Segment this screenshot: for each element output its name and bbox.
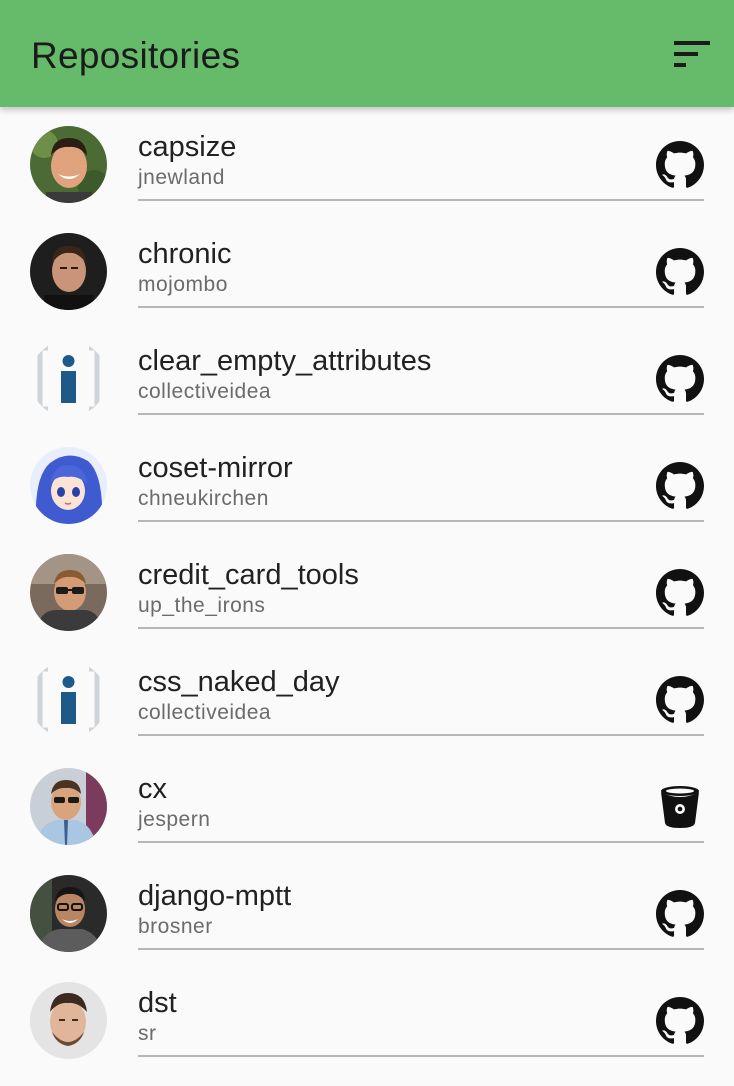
repository-row[interactable]: coset-mirror chneukirchen bbox=[0, 428, 734, 535]
divider bbox=[138, 948, 704, 950]
repository-row[interactable]: clear_empty_attributes collectiveidea bbox=[0, 321, 734, 428]
repository-text: credit_card_tools up_the_irons bbox=[138, 557, 624, 619]
github-icon bbox=[656, 997, 704, 1045]
repository-owner: collectiveidea bbox=[138, 380, 272, 403]
avatar bbox=[30, 661, 107, 738]
repository-text: chronic mojombo bbox=[138, 236, 624, 298]
repository-text: django-mptt brosner bbox=[138, 878, 624, 940]
repository-list: capsize jnewland chronic mojombo clear_e… bbox=[0, 107, 734, 1070]
avatar bbox=[30, 126, 107, 203]
repository-owner: brosner bbox=[138, 915, 213, 938]
repository-name: capsize bbox=[138, 131, 237, 163]
github-icon bbox=[656, 141, 704, 189]
avatar bbox=[30, 875, 107, 952]
repository-owner: chneukirchen bbox=[138, 487, 269, 510]
repository-row[interactable]: chronic mojombo bbox=[0, 214, 734, 321]
repository-owner: up_the_irons bbox=[138, 594, 266, 617]
repository-owner: mojombo bbox=[138, 273, 228, 296]
divider bbox=[138, 841, 704, 843]
repository-row[interactable]: capsize jnewland bbox=[0, 107, 734, 214]
repository-name: chronic bbox=[138, 238, 232, 270]
github-icon bbox=[656, 676, 704, 724]
repository-row[interactable]: dst sr bbox=[0, 963, 734, 1070]
page-title: Repositories bbox=[31, 35, 241, 76]
sort-icon bbox=[674, 40, 710, 72]
github-icon bbox=[656, 248, 704, 296]
repository-text: coset-mirror chneukirchen bbox=[138, 450, 624, 512]
repository-name: cx bbox=[138, 773, 167, 805]
repository-owner: jespern bbox=[138, 808, 211, 831]
avatar bbox=[30, 768, 107, 845]
repository-row[interactable]: cx jespern bbox=[0, 749, 734, 856]
repository-owner: sr bbox=[138, 1022, 157, 1045]
repository-row[interactable]: css_naked_day collectiveidea bbox=[0, 642, 734, 749]
app-bar: Repositories bbox=[0, 0, 734, 107]
divider bbox=[138, 734, 704, 736]
divider bbox=[138, 627, 704, 629]
repository-text: css_naked_day collectiveidea bbox=[138, 664, 624, 726]
bitbucket-icon bbox=[656, 783, 704, 831]
repository-name: django-mptt bbox=[138, 880, 292, 912]
repository-text: capsize jnewland bbox=[138, 129, 624, 191]
avatar bbox=[30, 982, 107, 1059]
repository-text: clear_empty_attributes collectiveidea bbox=[138, 343, 624, 405]
repositories-screen: Repositories capsize jnewland chronic mo… bbox=[0, 0, 734, 1086]
avatar bbox=[30, 340, 107, 417]
divider bbox=[138, 306, 704, 308]
repository-text: dst sr bbox=[138, 985, 624, 1047]
github-icon bbox=[656, 890, 704, 938]
divider bbox=[138, 199, 704, 201]
avatar bbox=[30, 447, 107, 524]
repository-row[interactable]: django-mptt brosner bbox=[0, 856, 734, 963]
avatar bbox=[30, 233, 107, 310]
divider bbox=[138, 1055, 704, 1057]
repository-name: credit_card_tools bbox=[138, 559, 359, 591]
github-icon bbox=[656, 355, 704, 403]
repository-row[interactable]: credit_card_tools up_the_irons bbox=[0, 535, 734, 642]
repository-name: css_naked_day bbox=[138, 666, 340, 698]
repository-text: cx jespern bbox=[138, 771, 624, 833]
repository-name: dst bbox=[138, 987, 177, 1019]
repository-name: clear_empty_attributes bbox=[138, 345, 432, 377]
divider bbox=[138, 413, 704, 415]
avatar bbox=[30, 554, 107, 631]
repository-name: coset-mirror bbox=[138, 452, 293, 484]
sort-button[interactable] bbox=[670, 34, 714, 78]
divider bbox=[138, 520, 704, 522]
repository-owner: collectiveidea bbox=[138, 701, 272, 724]
github-icon bbox=[656, 569, 704, 617]
github-icon bbox=[656, 462, 704, 510]
repository-owner: jnewland bbox=[138, 166, 225, 189]
